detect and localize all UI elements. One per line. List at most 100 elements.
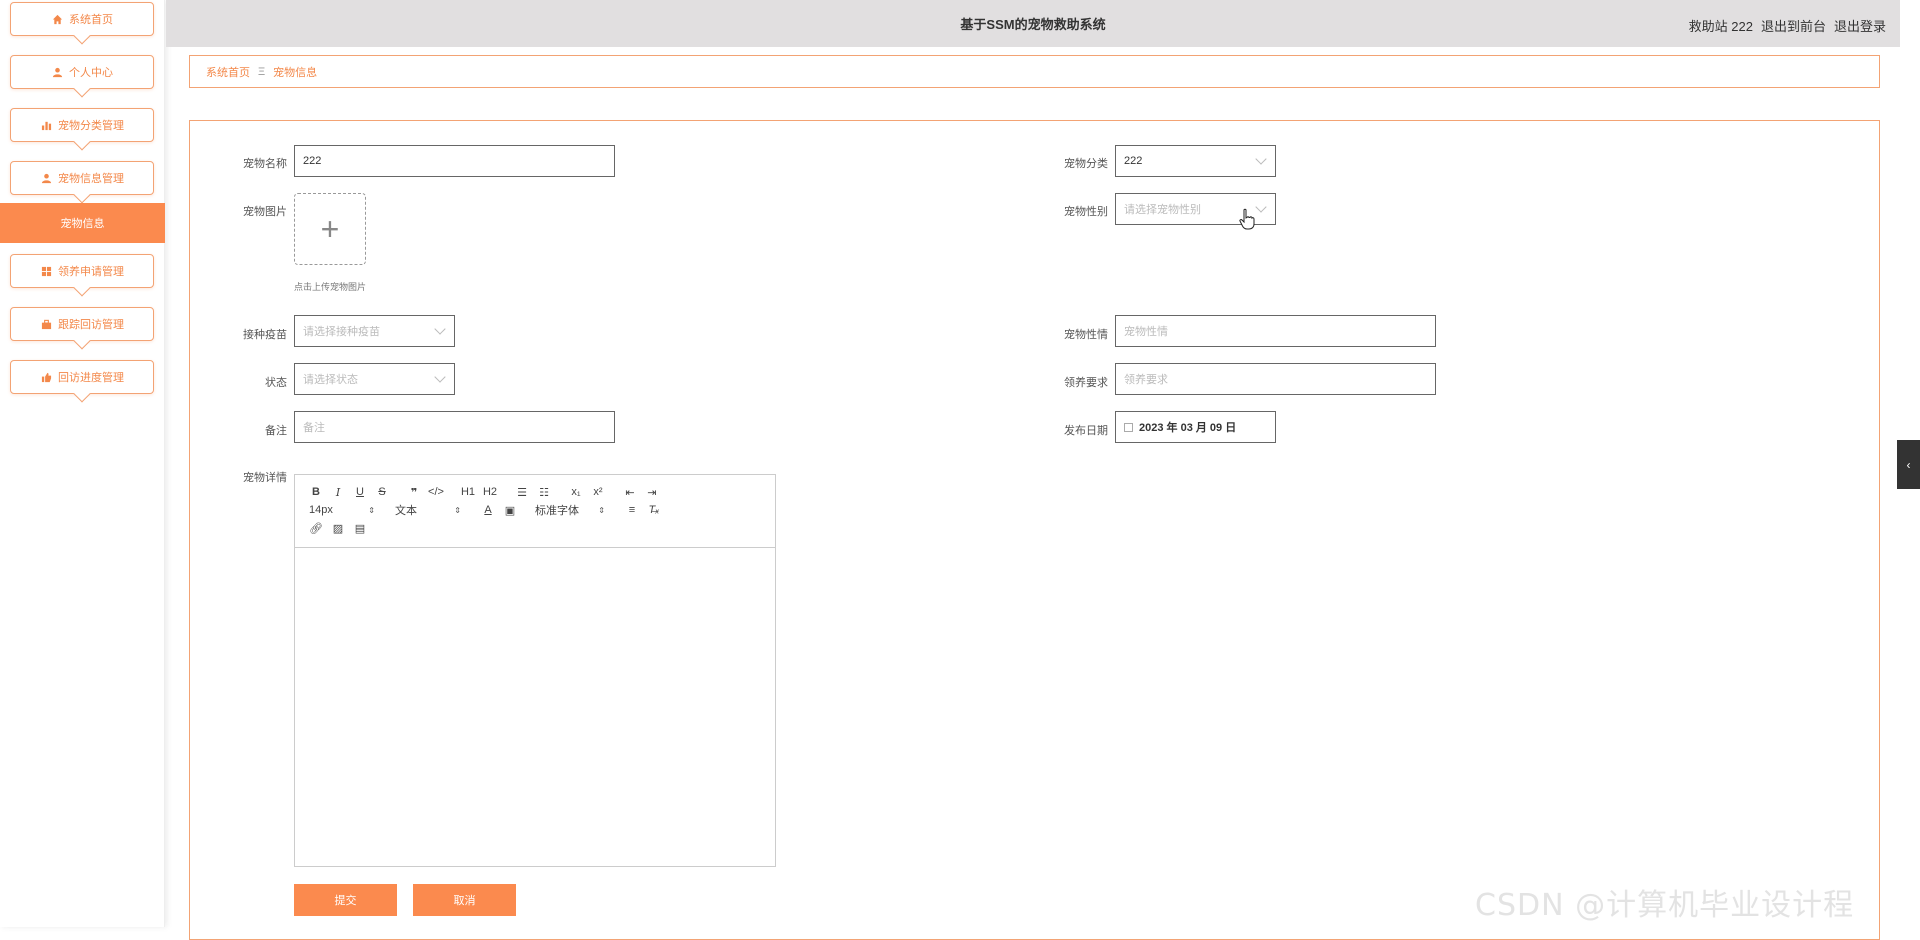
chevron-left-icon: ‹ — [1906, 457, 1911, 472]
quote-icon[interactable]: ❞ — [403, 483, 425, 501]
pet-gender-label: 宠物性别 — [1064, 206, 1108, 218]
submit-button[interactable]: 提交 — [294, 884, 397, 916]
sidebar-item-label: 领养申请管理 — [58, 266, 124, 278]
home-icon — [51, 13, 63, 25]
italic-button[interactable]: I — [327, 483, 349, 501]
clear-format-icon[interactable]: T̶ₓ — [643, 501, 665, 519]
pet-image-label: 宠物图片 — [243, 206, 287, 218]
briefcase-icon — [40, 318, 52, 330]
font-family-select[interactable]: 标准字体 ⇕ — [531, 501, 611, 519]
temperament-label: 宠物性情 — [1064, 329, 1108, 341]
sidebar-item-home[interactable]: 系统首页 — [10, 2, 154, 36]
breadcrumb-current: 宠物信息 — [273, 66, 318, 79]
header-user-area: 救助站 222 退出到前台 退出登录 — [1689, 16, 1886, 35]
breadcrumb-separator: Ξ — [258, 65, 266, 78]
block-type-value: 文本 — [395, 505, 417, 517]
breadcrumb-home[interactable]: 系统首页 — [206, 64, 250, 80]
code-icon[interactable]: </> — [425, 483, 447, 501]
align-icon[interactable]: ≡ — [621, 501, 643, 519]
calendar-icon — [1124, 422, 1133, 432]
bullet-list-icon[interactable]: ☷ — [533, 483, 555, 501]
temperament-input[interactable]: 宠物性情 — [1115, 315, 1436, 347]
sidebar-item-followup[interactable]: 跟踪回访管理 — [10, 307, 154, 341]
editor-toolbar: B I U S ❞ </> H1 H2 ☰ ☷ x₁ x² ⇤ ⇥ 14px ⇕ — [295, 475, 775, 548]
font-size-value: 14px — [309, 504, 333, 516]
rich-text-editor: B I U S ❞ </> H1 H2 ☰ ☷ x₁ x² ⇤ ⇥ 14px ⇕ — [294, 474, 776, 867]
sidebar-item-label: 个人中心 — [69, 67, 113, 79]
cancel-button[interactable]: 取消 — [413, 884, 516, 916]
remark-input[interactable]: 备注 — [294, 411, 615, 443]
link-icon[interactable]: 🔗︎ — [305, 519, 327, 537]
updown-icon: ⇕ — [598, 505, 605, 515]
video-icon[interactable]: ▤ — [349, 519, 371, 537]
status-placeholder: 请选择状态 — [303, 374, 358, 386]
superscript-icon[interactable]: x² — [587, 483, 609, 501]
indent-icon[interactable]: ⇥ — [641, 483, 663, 501]
sidebar-item-pet-category[interactable]: 宠物分类管理 — [10, 108, 154, 142]
page-title: 基于SSM的宠物救助系统 — [960, 17, 1106, 32]
adopt-req-input[interactable]: 领养要求 — [1115, 363, 1436, 395]
font-family-value: 标准字体 — [535, 505, 579, 517]
image-icon[interactable]: ▨ — [327, 519, 349, 537]
sidebar-item-label: 系统首页 — [69, 14, 113, 26]
breadcrumb: 系统首页 Ξ 宠物信息 — [189, 55, 1880, 88]
updown-icon: ⇕ — [368, 505, 375, 515]
outdent-icon[interactable]: ⇤ — [619, 483, 641, 501]
vaccine-select[interactable]: 请选择接种疫苗 — [294, 315, 455, 347]
vaccine-placeholder: 请选择接种疫苗 — [303, 326, 380, 338]
pet-name-input[interactable]: 222 — [294, 145, 615, 177]
font-color-icon[interactable]: A — [477, 501, 499, 519]
pet-category-select[interactable]: 222 — [1115, 145, 1276, 177]
sidebar-item-progress[interactable]: 回访进度管理 — [10, 360, 154, 394]
current-user: 救助站 222 — [1688, 19, 1753, 34]
sidebar-item-profile[interactable]: 个人中心 — [10, 55, 154, 89]
sidebar-subitem-pet-info[interactable]: 宠物信息 — [0, 203, 165, 243]
status-select[interactable]: 请选择状态 — [294, 363, 455, 395]
subscript-icon[interactable]: x₁ — [565, 483, 587, 501]
watermark: CSDN @计算机毕业设计程 — [1475, 888, 1855, 923]
thumb-icon — [40, 371, 52, 383]
sidebar-item-label: 回访进度管理 — [58, 372, 124, 384]
to-front-link[interactable]: 退出到前台 — [1761, 16, 1826, 35]
strike-button[interactable]: S — [371, 483, 393, 501]
pet-name-value: 222 — [303, 155, 322, 167]
chevron-down-icon — [1255, 201, 1267, 213]
sidebar-item-label: 宠物信息管理 — [58, 173, 124, 185]
sidebar-item-pet-info[interactable]: 宠物信息管理 — [10, 161, 154, 195]
editor-content-area[interactable] — [295, 548, 775, 866]
sidebar-item-label: 跟踪回访管理 — [58, 319, 124, 331]
adopt-req-label: 领养要求 — [1064, 377, 1108, 389]
grid-icon — [40, 265, 52, 277]
pet-category-value: 222 — [1124, 155, 1143, 167]
adopt-req-placeholder: 领养要求 — [1124, 374, 1168, 386]
h2-button[interactable]: H2 — [479, 483, 501, 501]
plus-icon: + — [320, 211, 340, 247]
logout-link[interactable]: 退出登录 — [1834, 16, 1886, 35]
pet-gender-placeholder: 请选择宠物性别 — [1124, 204, 1201, 216]
underline-button[interactable]: U — [349, 483, 371, 501]
font-size-select[interactable]: 14px ⇕ — [305, 501, 381, 519]
user-icon — [40, 172, 52, 184]
sidebar-item-adoption[interactable]: 领养申请管理 — [10, 254, 154, 288]
ordered-list-icon[interactable]: ☰ — [511, 483, 533, 501]
image-upload-button[interactable]: + — [294, 193, 366, 265]
hand-cursor-icon — [1238, 208, 1256, 233]
upload-tip: 点击上传宠物图片 — [294, 282, 367, 292]
sidebar-item-label: 宠物分类管理 — [58, 120, 124, 132]
bold-button[interactable]: B — [305, 483, 327, 501]
background-color-icon[interactable]: ▣ — [499, 501, 521, 519]
top-header: 基于SSM的宠物救助系统 救助站 222 退出到前台 退出登录 — [166, 0, 1900, 47]
block-type-select[interactable]: 文本 ⇕ — [391, 501, 467, 519]
collapse-panel-button[interactable]: ‹ — [1897, 440, 1920, 489]
pet-name-label: 宠物名称 — [243, 158, 287, 170]
remark-label: 备注 — [265, 425, 287, 437]
publish-date-value: 2023 年 03 月 09 日 — [1139, 422, 1237, 434]
chevron-down-icon — [434, 371, 446, 383]
h1-button[interactable]: H1 — [457, 483, 479, 501]
publish-date-label: 发布日期 — [1064, 425, 1108, 437]
user-icon — [51, 66, 63, 78]
bar-chart-icon — [40, 119, 52, 131]
status-label: 状态 — [265, 377, 287, 389]
chevron-down-icon — [1255, 153, 1267, 165]
publish-date-input[interactable]: 2023 年 03 月 09 日 — [1115, 411, 1276, 443]
